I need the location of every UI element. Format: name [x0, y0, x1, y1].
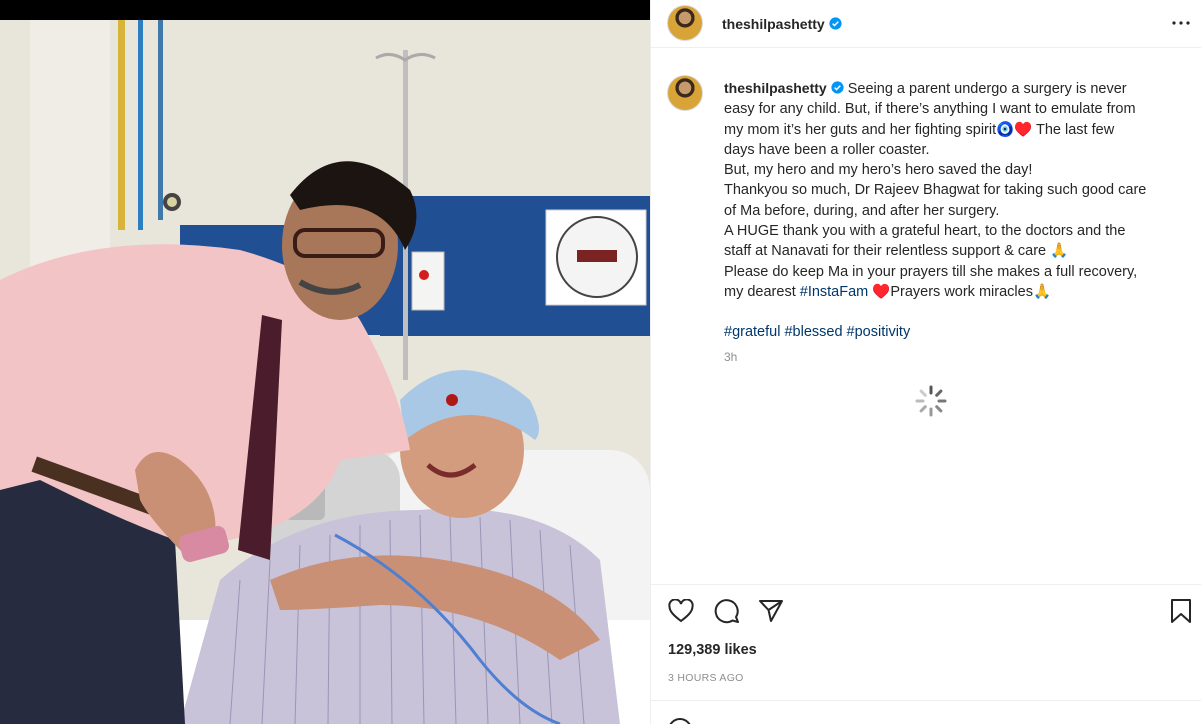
caption-line: of Ma before, during, and after her surg… [724, 202, 1000, 219]
caption-line: my mom it’s her guts and her fighting sp… [724, 121, 1115, 138]
post-image [0, 20, 650, 724]
heart-icon [668, 599, 694, 623]
hashtags: #grateful #blessed #positivity [724, 322, 1186, 342]
caption-line: Seeing a parent undergo a surgery is nev… [847, 81, 1127, 97]
caption-avatar[interactable] [667, 75, 703, 111]
post-header: theshilpashetty [651, 0, 1201, 48]
bookmark-icon [1171, 599, 1191, 623]
avatar[interactable] [667, 5, 703, 41]
hashtag-grateful[interactable]: #grateful [724, 324, 780, 340]
caption-username[interactable]: theshilpashetty [724, 80, 827, 96]
caption-line: But, my hero and my hero’s hero saved th… [724, 162, 1033, 179]
save-button[interactable] [1167, 597, 1195, 625]
hashtag-positivity[interactable]: #positivity [847, 324, 911, 340]
post-caption: theshilpashetty Seeing a parent undergo … [724, 78, 1186, 343]
action-bar [651, 584, 1201, 634]
caption-line: Thankyou so much, Dr Rajeev Bhagwat for … [724, 182, 1147, 199]
comment-icon [714, 599, 739, 624]
more-options-button[interactable] [1170, 12, 1192, 34]
caption-line: easy for any child. But, if there’s anyt… [724, 101, 1136, 118]
hashtag-blessed[interactable]: #blessed [784, 324, 842, 340]
post-timestamp[interactable]: 3 HOURS AGO [668, 672, 744, 684]
caption-time[interactable]: 3h [724, 350, 737, 364]
caption-line: staff at Nanavati for their relentless s… [724, 243, 1069, 260]
more-horizontal-icon [1172, 21, 1190, 25]
verified-icon [831, 81, 844, 94]
verified-icon [829, 17, 842, 30]
caption-line: days have been a roller coaster. [724, 141, 930, 158]
like-button[interactable] [667, 597, 695, 625]
post-panel: theshilpashetty theshilpashetty Seeing a… [650, 0, 1201, 724]
likes-count[interactable]: 129,389 likes [668, 642, 757, 658]
divider [651, 700, 1201, 701]
emoji-icon[interactable] [668, 718, 692, 724]
top-strip [0, 0, 650, 20]
header-username[interactable]: theshilpashetty [722, 16, 842, 32]
post-photo[interactable] [0, 20, 650, 724]
caption-area: theshilpashetty Seeing a parent undergo … [651, 60, 1201, 580]
share-button[interactable] [757, 597, 785, 625]
hashtag-instafam[interactable]: #InstaFam [800, 284, 869, 300]
caption-line: Please do keep Ma in your prayers till s… [724, 263, 1138, 280]
paper-plane-icon [759, 600, 783, 622]
caption-line: my dearest #InstaFam ♥️Prayers work mira… [724, 283, 1051, 300]
loading-spinner-icon [915, 385, 947, 417]
comment-button[interactable] [713, 597, 741, 625]
caption-line: A HUGE thank you with a grateful heart, … [724, 223, 1126, 240]
